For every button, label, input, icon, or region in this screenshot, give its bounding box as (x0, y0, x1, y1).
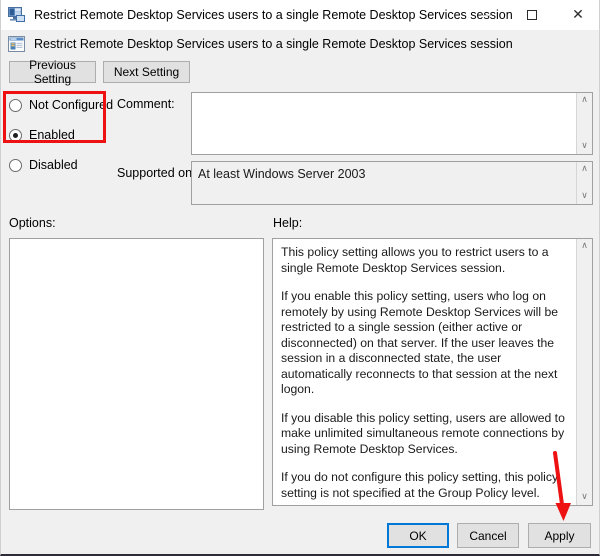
cancel-button[interactable]: Cancel (457, 523, 519, 548)
radio-not-configured-indicator (9, 98, 22, 112)
minimize-icon (480, 14, 492, 16)
policy-setting-dialog: Restrict Remote Desktop Services users t… (0, 0, 600, 556)
remote-desktop-monitor-icon (8, 7, 26, 23)
radio-enabled-indicator (9, 128, 22, 142)
supported-on-value: At least Windows Server 2003 (192, 162, 576, 204)
minimize-button[interactable] (463, 0, 509, 30)
scroll-up-icon[interactable]: ∧ (581, 239, 588, 254)
help-panel: This policy setting allows you to restri… (272, 238, 593, 506)
policy-state-radio-group: Not Configured Enabled Disabled (9, 94, 119, 176)
previous-setting-button[interactable]: Previous Setting (9, 58, 96, 86)
scroll-down-icon[interactable]: ∨ (581, 139, 588, 154)
scroll-down-icon[interactable]: ∨ (581, 189, 588, 204)
group-policy-setting-icon (8, 35, 26, 53)
next-setting-button[interactable]: Next Setting (103, 61, 190, 83)
maximize-icon (527, 10, 537, 20)
supported-on-label: Supported on: (117, 166, 196, 180)
radio-disabled-label: Disabled (29, 158, 78, 172)
supported-on-scrollbar[interactable]: ∧ ∨ (576, 162, 592, 204)
help-paragraph: If you enable this policy setting, users… (281, 289, 559, 396)
help-paragraph: If you disable this policy setting, user… (281, 410, 565, 456)
close-button[interactable]: ✕ (555, 0, 599, 30)
close-icon: ✕ (572, 7, 584, 23)
options-label: Options: (9, 216, 56, 230)
policy-title: Restrict Remote Desktop Services users t… (34, 37, 513, 51)
ok-button[interactable]: OK (387, 523, 449, 548)
radio-disabled[interactable]: Disabled (9, 154, 119, 176)
title-bar: Restrict Remote Desktop Services users t… (1, 0, 599, 30)
radio-not-configured-label: Not Configured (29, 98, 114, 112)
options-panel[interactable] (9, 238, 264, 510)
help-scrollbar[interactable]: ∧ ∨ (576, 239, 592, 505)
radio-enabled[interactable]: Enabled (9, 124, 119, 146)
scroll-up-icon[interactable]: ∧ (581, 162, 588, 177)
help-paragraph: If you do not configure this policy sett… (281, 470, 559, 500)
radio-not-configured[interactable]: Not Configured (9, 94, 119, 116)
window-title: Restrict Remote Desktop Services users t… (34, 8, 513, 22)
help-text: This policy setting allows you to restri… (273, 239, 576, 505)
help-paragraph: This policy setting allows you to restri… (281, 245, 549, 275)
scroll-up-icon[interactable]: ∧ (581, 93, 588, 108)
radio-disabled-indicator (9, 158, 22, 172)
comment-label: Comment: (117, 97, 175, 111)
comment-field[interactable]: ∧ ∨ (191, 92, 593, 155)
supported-on-field: At least Windows Server 2003 ∧ ∨ (191, 161, 593, 205)
maximize-button[interactable] (509, 0, 555, 30)
scroll-down-icon[interactable]: ∨ (581, 490, 588, 505)
radio-enabled-label: Enabled (29, 128, 75, 142)
apply-button[interactable]: Apply (528, 523, 591, 548)
comment-scrollbar[interactable]: ∧ ∨ (576, 93, 592, 154)
help-label: Help: (273, 216, 303, 230)
comment-input[interactable] (192, 93, 576, 154)
policy-header: Restrict Remote Desktop Services users t… (1, 31, 599, 57)
